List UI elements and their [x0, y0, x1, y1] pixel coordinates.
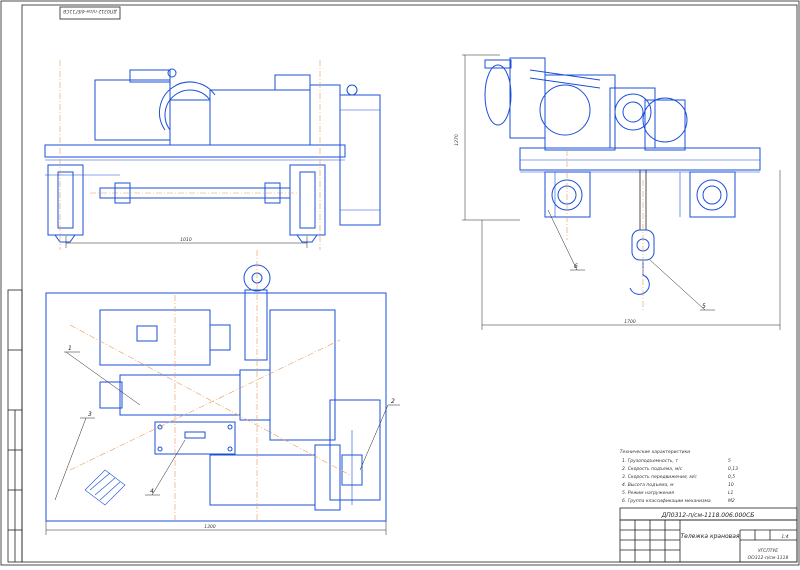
spec-rows: 1. Грузоподъемность, т 5 2. Скорость подъе…: [622, 458, 738, 504]
spec-label-1: 1. Грузоподъемность, т: [622, 458, 678, 464]
title-block: ДП0312-п/см-1118.006.000СБ Тележка крано…: [619, 507, 798, 563]
spec-value-4: 10: [728, 482, 734, 488]
spec-value-5: L1: [728, 490, 734, 496]
specs-title: Технические характеристики: [620, 449, 690, 455]
dim-side-height: 1270: [454, 134, 460, 146]
dim-plan-width: 1300: [204, 524, 216, 530]
spec-value-6: М2: [728, 498, 735, 504]
left-margin-strip: [7, 289, 23, 563]
callout-4: 4: [150, 488, 154, 495]
spec-label-6: 6. Группа классификации механизма: [622, 498, 711, 504]
front-view-dimension: 1010: [65, 236, 308, 248]
spec-label-2: 2. Скорость подъема, м/с: [622, 466, 683, 472]
scale-value: 1:4: [781, 534, 788, 540]
front-view: [44, 60, 381, 250]
spec-label-4: 4. Высота подъема, м: [622, 482, 674, 488]
callout-1: 1: [68, 345, 72, 352]
callout-3: 3: [88, 411, 92, 418]
plan-view: [45, 250, 387, 522]
drawing-number: ДП0312-п/см-1118.006.000СБ: [661, 512, 755, 519]
spec-value-1: 5: [728, 458, 731, 464]
spec-label-3: 3. Скорость передвижения, м/с: [622, 474, 697, 480]
side-view: [484, 57, 761, 310]
spec-label-5: 5. Режим нагружения: [622, 490, 674, 496]
technical-specs: Технические характеристики 1. Грузоподъе…: [620, 449, 738, 504]
spec-value-3: 0,5: [728, 474, 735, 480]
plan-view-dimension: 1300: [45, 521, 387, 535]
drawing-title: Тележка крановая: [680, 533, 739, 540]
organization: УГСПТУЕ: [758, 548, 778, 554]
callout-5: 5: [702, 303, 706, 310]
outer-border: [0, 0, 800, 566]
group: ОО312-п/см-1118: [748, 555, 789, 561]
rotated-stamp-text: ДП0312-п/см-4/ЕГ11СВ: [63, 8, 118, 14]
drawing-sheet: ДП0312-п/см-4/ЕГ11СВ 1010 1270 1700 1300…: [0, 0, 800, 566]
hatched-detail: [84, 469, 126, 506]
rotated-stamp: ДП0312-п/см-4/ЕГ11СВ: [59, 6, 121, 20]
technical-drawing: ДП0312-п/см-4/ЕГ11СВ 1010 1270 1700 1300…: [0, 0, 800, 566]
callouts: 1 2 3 4 5 6: [54, 209, 715, 501]
dim-side-width: 1700: [624, 319, 636, 325]
side-view-dimensions: 1270 1700: [454, 54, 781, 330]
callout-2: 2: [391, 398, 395, 405]
callout-6: 6: [574, 263, 578, 270]
dim-front-width: 1010: [180, 237, 192, 243]
spec-value-2: 0,13: [728, 466, 738, 472]
